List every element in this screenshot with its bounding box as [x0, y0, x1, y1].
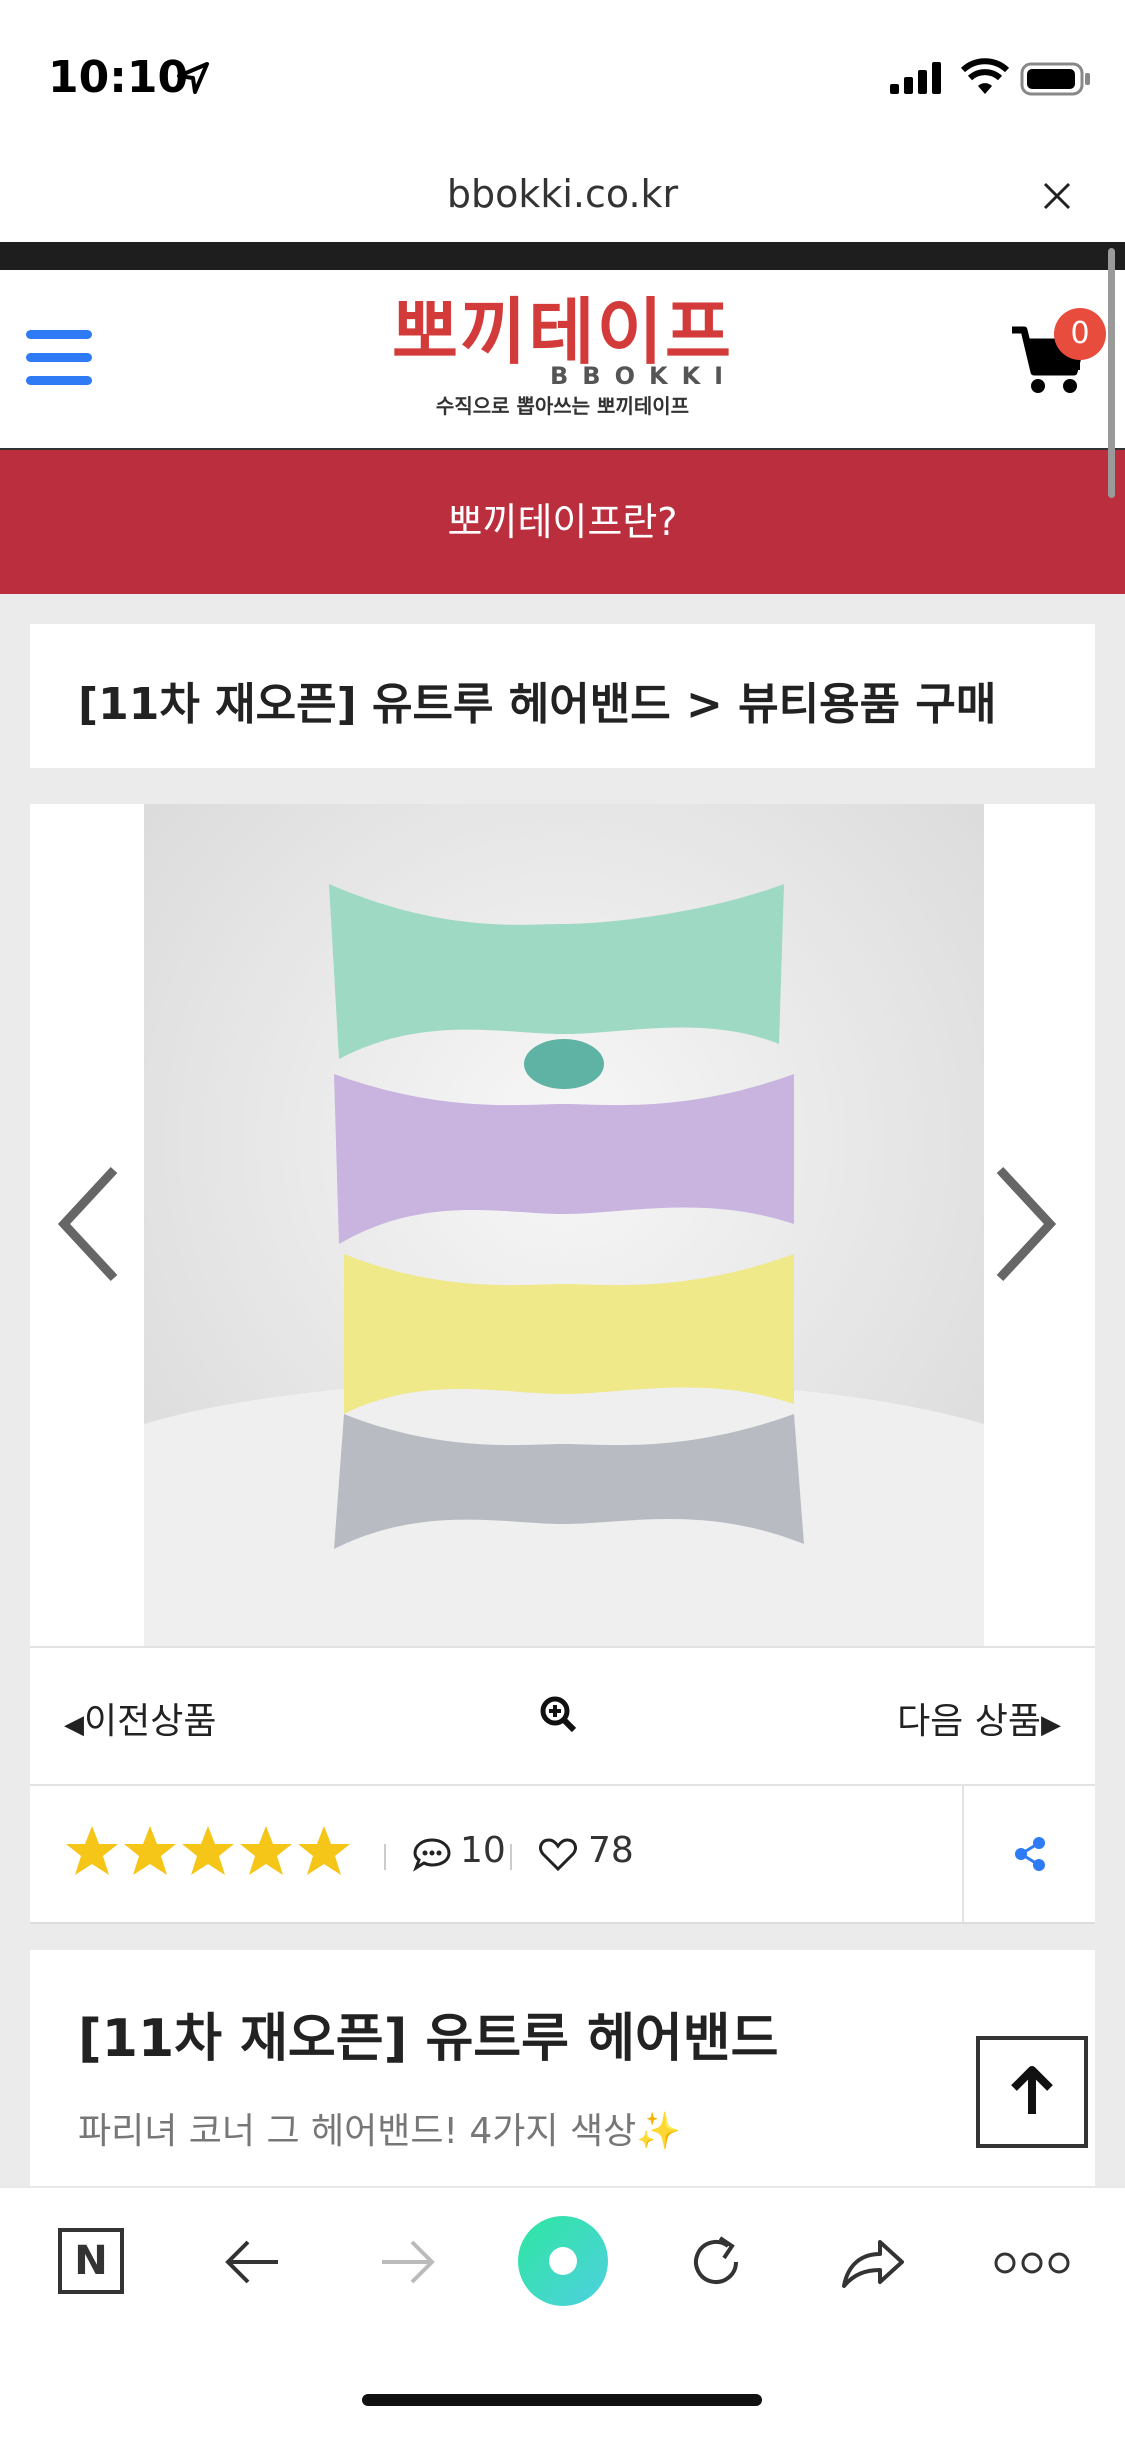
next-image-arrow-icon[interactable] [990, 1164, 1060, 1284]
site-header: 뽀끼테이프 BBOKKI 수직으로 뽑아쓰는 뽀끼테이프 0 [0, 270, 1125, 450]
star-icon [298, 1826, 350, 1875]
divider-bar [0, 242, 1125, 270]
url-text[interactable]: bbokki.co.kr [0, 172, 1125, 216]
reload-icon[interactable] [684, 2230, 748, 2294]
logo-main: 뽀끼테이프 [391, 290, 734, 374]
status-time: 10:10 [48, 52, 189, 103]
breadcrumb-text[interactable]: [11차 재오픈] 유트루 헤어밴드 > 뷰티용품 구매 [78, 668, 996, 732]
green-dot-button[interactable] [518, 2216, 608, 2306]
star-icon [66, 1826, 118, 1875]
caret-right-icon: ▶ [1041, 1710, 1061, 1740]
hamburger-icon[interactable] [26, 330, 92, 386]
divider [510, 1844, 512, 1870]
wifi-icon [960, 58, 1010, 94]
green-dot-center [549, 2247, 577, 2275]
share-icon [1015, 1837, 1045, 1871]
star-icon [124, 1826, 176, 1875]
prev-product-label: 이전상품 [84, 1701, 217, 1742]
naver-home-icon[interactable]: N [58, 2228, 124, 2294]
product-description: 파리녀 코너 그 헤어밴드! 4가지 색상✨ [78, 2111, 682, 2152]
browser-url-bar: bbokki.co.kr [0, 150, 1125, 242]
product-info: [11차 재오픈] 유트루 헤어밴드 파리녀 코너 그 헤어밴드! 4가지 색상… [30, 1950, 1095, 2190]
back-arrow-icon[interactable] [222, 2234, 282, 2290]
scrollbar[interactable] [1108, 248, 1115, 498]
battery-icon [1020, 62, 1090, 96]
next-product-link[interactable]: 다음 상품▶ [897, 1692, 1061, 1744]
share-button[interactable] [962, 1786, 1097, 1922]
logo-tagline: 수직으로 뽑아쓰는 뽀끼테이프 [435, 394, 690, 418]
more-options-icon[interactable] [994, 2252, 1070, 2274]
breadcrumb: [11차 재오픈] 유트루 헤어밴드 > 뷰티용품 구매 [30, 624, 1095, 768]
caret-left-icon: ◀ [64, 1710, 84, 1740]
heart-icon[interactable] [538, 1836, 578, 1872]
next-product-label: 다음 상품 [897, 1701, 1041, 1742]
like-count: 78 [588, 1830, 634, 1871]
comment-icon[interactable] [412, 1836, 452, 1872]
previous-image-arrow-icon[interactable] [54, 1164, 124, 1284]
product-image[interactable] [144, 804, 984, 1646]
rating-bar: 10 78 [30, 1784, 1095, 1924]
forward-arrow-icon[interactable] [378, 2234, 438, 2290]
logo-sub: BBOKKI [550, 362, 738, 390]
status-bar: 10:10 [0, 0, 1125, 150]
arrow-up-icon [1011, 2066, 1053, 2114]
product-gallery [30, 804, 1095, 1646]
about-banner-button[interactable]: 뽀끼테이프란? [0, 450, 1125, 594]
divider [384, 1844, 386, 1870]
home-indicator[interactable] [362, 2394, 762, 2406]
cellular-signal-icon [890, 62, 941, 94]
share-arrow-icon[interactable] [838, 2232, 908, 2292]
product-title: [11차 재오픈] 유트루 헤어밴드 [78, 2009, 779, 2069]
cart-count-badge: 0 [1054, 308, 1106, 360]
product-navigation: ◀이전상품 다음 상품▶ [30, 1646, 1095, 1784]
star-icon [240, 1826, 292, 1875]
scroll-to-top-button[interactable] [976, 2036, 1088, 2148]
zoom-in-icon[interactable] [538, 1694, 578, 1734]
prev-product-link[interactable]: ◀이전상품 [64, 1692, 216, 1744]
close-icon[interactable] [1029, 168, 1085, 224]
star-icon [182, 1826, 234, 1875]
site-logo[interactable]: 뽀끼테이프 BBOKKI 수직으로 뽑아쓰는 뽀끼테이프 [390, 292, 735, 432]
star-rating [66, 1826, 350, 1875]
comment-count: 10 [460, 1830, 506, 1871]
location-arrow-icon [177, 62, 209, 94]
